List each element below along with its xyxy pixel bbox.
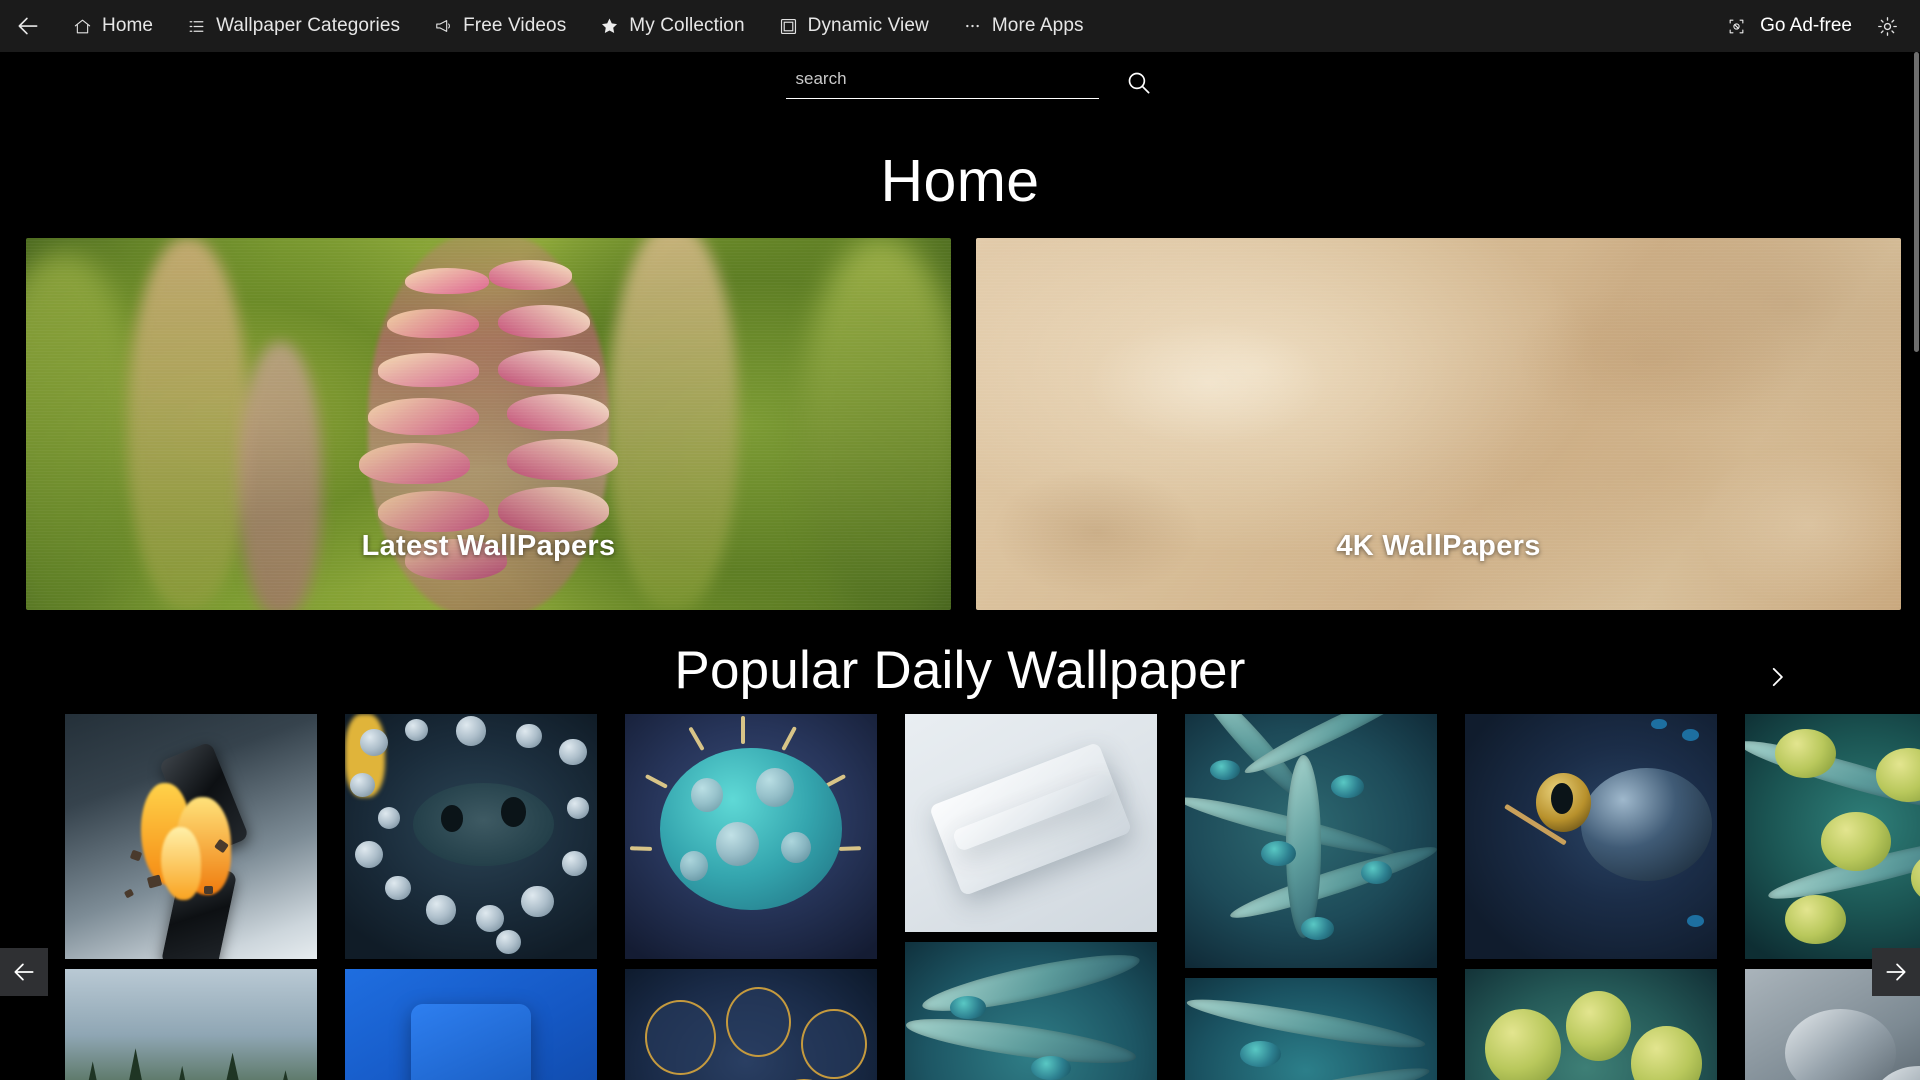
- hero-card-4k-wallpapers[interactable]: 4K WallPapers: [976, 238, 1901, 610]
- search-row: [785, 62, 1159, 102]
- go-ad-free-button[interactable]: Go Ad-free: [1715, 0, 1864, 52]
- section-header: Popular Daily Wallpaper: [0, 640, 1920, 716]
- hero-cards: Latest WallPapers 4K WallPapers: [26, 238, 1901, 610]
- nav-item-dynamic-view[interactable]: Dynamic View: [762, 0, 946, 52]
- nav-label: My Collection: [629, 15, 745, 36]
- nav-right-group: Go Ad-free: [1715, 0, 1920, 52]
- nav-item-my-collection[interactable]: My Collection: [583, 0, 761, 52]
- carousel-column: [345, 714, 597, 1080]
- wallpaper-tile-teal-virus-sphere[interactable]: [625, 714, 877, 959]
- page-scrollbar[interactable]: [1913, 52, 1920, 1080]
- arrow-left-icon: [14, 963, 34, 981]
- hero-card-title: 4K WallPapers: [1336, 530, 1541, 562]
- wallpaper-tile-teal-mesh[interactable]: [1185, 978, 1437, 1080]
- carousel-track: [65, 714, 1920, 1080]
- wallpaper-tile-blue-phone[interactable]: [345, 969, 597, 1080]
- hero-card-latest-wallpapers[interactable]: Latest WallPapers: [26, 238, 951, 610]
- back-arrow-icon: [18, 17, 38, 35]
- search-icon: [1128, 72, 1150, 93]
- megaphone-icon: [434, 17, 453, 36]
- nav-label: Free Videos: [463, 15, 567, 36]
- section-next-button[interactable]: [1754, 654, 1800, 700]
- wallpaper-tile-blue-coral-network[interactable]: [1185, 714, 1437, 968]
- chevron-right-icon: [1772, 667, 1783, 687]
- nav-label: More Apps: [991, 15, 1084, 36]
- section-title: Popular Daily Wallpaper: [674, 641, 1246, 700]
- carousel-next-button[interactable]: [1872, 948, 1920, 996]
- search-submit-button[interactable]: [1119, 62, 1159, 102]
- nav-label: Home: [102, 15, 154, 36]
- wallpaper-tile-forest-mountain[interactable]: [65, 969, 317, 1080]
- carousel-column: [1745, 714, 1920, 1080]
- nav-items: Home Wallpaper Categories Free Videos My…: [56, 0, 1101, 52]
- arrow-right-icon: [1886, 963, 1906, 981]
- nav-label: Dynamic View: [807, 15, 929, 36]
- hero-card-title: Latest WallPapers: [361, 530, 616, 562]
- wallpaper-tile-green-moss-spheres[interactable]: [1465, 969, 1717, 1080]
- search-field[interactable]: [785, 65, 1099, 99]
- carousel-column: [905, 714, 1157, 1080]
- remove-ads-icon: [1727, 17, 1746, 36]
- go-ad-free-label: Go Ad-free: [1760, 15, 1852, 36]
- nav-item-more-apps[interactable]: More Apps: [946, 0, 1101, 52]
- wallpaper-tile-gold-cell-structure[interactable]: [625, 969, 877, 1080]
- top-navigation-bar: Home Wallpaper Categories Free Videos My…: [0, 0, 1920, 52]
- nav-item-wallpaper-categories[interactable]: Wallpaper Categories: [170, 0, 417, 52]
- back-button[interactable]: [0, 0, 56, 52]
- wallpaper-tile-teal-coral[interactable]: [905, 942, 1157, 1080]
- ellipsis-icon: [963, 17, 982, 36]
- list-icon: [187, 17, 206, 36]
- star-icon: [600, 17, 619, 36]
- carousel-column: [65, 714, 317, 1080]
- carousel-prev-button[interactable]: [0, 948, 48, 996]
- wallpaper-tile-blue-orange-fly[interactable]: [1465, 714, 1717, 959]
- carousel-column: [1185, 714, 1437, 1080]
- page-title: Home: [880, 148, 1040, 214]
- nav-item-free-videos[interactable]: Free Videos: [417, 0, 583, 52]
- carousel-column: [625, 714, 877, 1080]
- carousel-column: [1465, 714, 1717, 1080]
- nav-label: Wallpaper Categories: [216, 15, 401, 36]
- home-icon: [73, 17, 92, 36]
- search-area: [0, 62, 1920, 102]
- scrollbar-thumb[interactable]: [1914, 52, 1919, 352]
- wallpaper-tile-blue-bumpy-creature[interactable]: [345, 714, 597, 959]
- gear-icon: [1877, 16, 1897, 36]
- wallpaper-tile-exploding-phone[interactable]: [65, 714, 317, 959]
- wallpaper-tile-teal-yellow-spores[interactable]: [1745, 714, 1920, 959]
- wallpaper-tile-white-laptop[interactable]: [905, 714, 1157, 932]
- framed-picture-icon: [779, 17, 798, 36]
- nav-item-home[interactable]: Home: [56, 0, 170, 52]
- settings-button[interactable]: [1864, 0, 1910, 52]
- wallpaper-carousel[interactable]: [0, 714, 1920, 1080]
- search-input[interactable]: [785, 65, 1099, 91]
